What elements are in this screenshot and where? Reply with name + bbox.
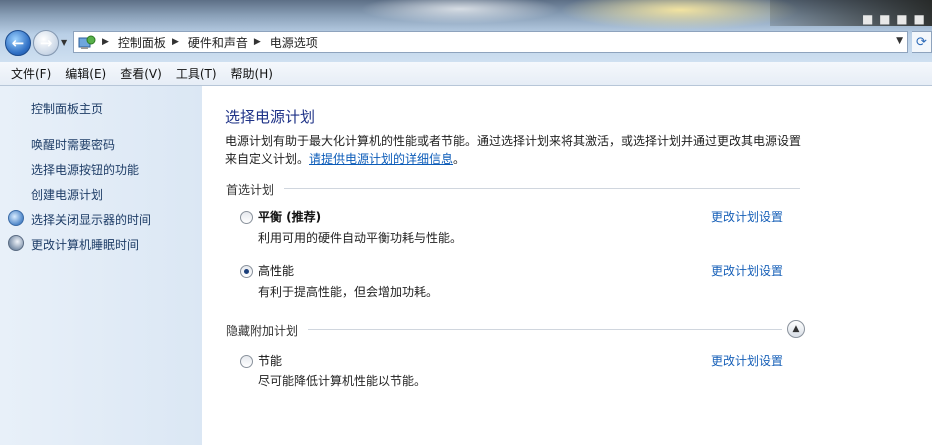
chevron-up-icon: ▲ (792, 324, 800, 334)
plan-high-performance-name[interactable]: 高性能 (258, 262, 294, 279)
menu-file[interactable]: 文件(F) (4, 62, 58, 86)
intro-end: 。 (453, 152, 466, 166)
title-bar: ■ ■ ■ ■ ← → ▼ ▶ 控制面板 ▶ 硬件和声音 ▶ 电源选项 ▼ ⟳ (0, 0, 932, 62)
main-content: 选择电源计划 电源计划有助于最大化计算机的性能或者节能。通过选择计划来将其激活，… (202, 86, 932, 445)
plan-balanced-name[interactable]: 平衡 (推荐) (258, 208, 321, 225)
menu-help[interactable]: 帮助(H) (224, 62, 280, 86)
back-arrow-icon: ← (11, 34, 25, 52)
plan-details-link[interactable]: 请提供电源计划的详细信息 (309, 152, 453, 166)
plan-balanced-radio[interactable] (240, 211, 253, 224)
plan-power-saver-radio[interactable] (240, 355, 253, 368)
power-button-link[interactable]: 选择电源按钮的功能 (31, 161, 139, 178)
plan-balanced-desc: 利用可用的硬件自动平衡功耗与性能。 (258, 231, 463, 245)
wallpaper-glow (360, 0, 560, 24)
breadcrumb-separator-icon[interactable]: ▶ (102, 37, 109, 47)
menu-edit[interactable]: 编辑(E) (58, 62, 113, 86)
display-icon (8, 210, 24, 226)
plan-high-performance-settings-link[interactable]: 更改计划设置 (711, 262, 783, 279)
address-dropdown-icon[interactable]: ▼ (896, 36, 903, 46)
create-plan-link[interactable]: 创建电源计划 (31, 186, 103, 203)
history-dropdown-icon[interactable]: ▼ (61, 38, 67, 47)
breadcrumb-control-panel[interactable]: 控制面板 (118, 34, 166, 51)
intro-text: 电源计划有助于最大化计算机的性能或者节能。通过选择计划来将其激活，或选择计划并通… (225, 132, 810, 168)
wallpaper-dots: ■ ■ ■ ■ (862, 12, 926, 26)
task-pane: 控制面板主页 唤醒时需要密码 选择电源按钮的功能 创建电源计划 选择关闭显示器的… (0, 86, 202, 445)
plan-high-performance-radio[interactable] (240, 265, 253, 278)
forward-arrow-icon: → (39, 34, 53, 52)
page-title: 选择电源计划 (225, 108, 316, 126)
preferred-plans-label: 首选计划 (226, 183, 275, 197)
back-button[interactable]: ← (5, 30, 31, 56)
refresh-icon: ⟳ (916, 34, 927, 50)
wallpaper-glow (560, 0, 800, 30)
plan-balanced-settings-link[interactable]: 更改计划设置 (711, 208, 783, 225)
breadcrumb-separator-icon[interactable]: ▶ (172, 37, 179, 47)
menu-view[interactable]: 查看(V) (113, 62, 169, 86)
group-divider (284, 188, 800, 189)
control-panel-icon (78, 34, 96, 50)
hidden-plans-label: 隐藏附加计划 (226, 324, 299, 338)
refresh-button[interactable]: ⟳ (912, 31, 932, 53)
wake-password-link[interactable]: 唤醒时需要密码 (31, 136, 115, 153)
plan-high-performance-desc: 有利于提高性能，但会增加功耗。 (258, 285, 439, 299)
collapse-hidden-plans-button[interactable]: ▲ (787, 320, 805, 338)
address-bar[interactable]: ▶ 控制面板 ▶ 硬件和声音 ▶ 电源选项 ▼ (73, 31, 908, 53)
sleep-time-link[interactable]: 更改计算机睡眠时间 (31, 236, 139, 253)
menu-bar: 文件(F) 编辑(E) 查看(V) 工具(T) 帮助(H) (0, 62, 932, 86)
group-divider (308, 329, 782, 330)
control-panel-home-link[interactable]: 控制面板主页 (31, 100, 103, 117)
breadcrumb-separator-icon[interactable]: ▶ (254, 37, 261, 47)
plan-power-saver-desc: 尽可能降低计算机性能以节能。 (258, 374, 427, 388)
plan-power-saver-settings-link[interactable]: 更改计划设置 (711, 352, 783, 369)
breadcrumb-power-options[interactable]: 电源选项 (270, 34, 318, 51)
sleep-icon (8, 235, 24, 251)
plan-power-saver-name[interactable]: 节能 (258, 352, 282, 369)
breadcrumb-hardware-sound[interactable]: 硬件和声音 (188, 34, 248, 51)
display-off-link[interactable]: 选择关闭显示器的时间 (31, 211, 151, 228)
forward-button[interactable]: → (33, 30, 59, 56)
menu-tools[interactable]: 工具(T) (169, 62, 224, 86)
